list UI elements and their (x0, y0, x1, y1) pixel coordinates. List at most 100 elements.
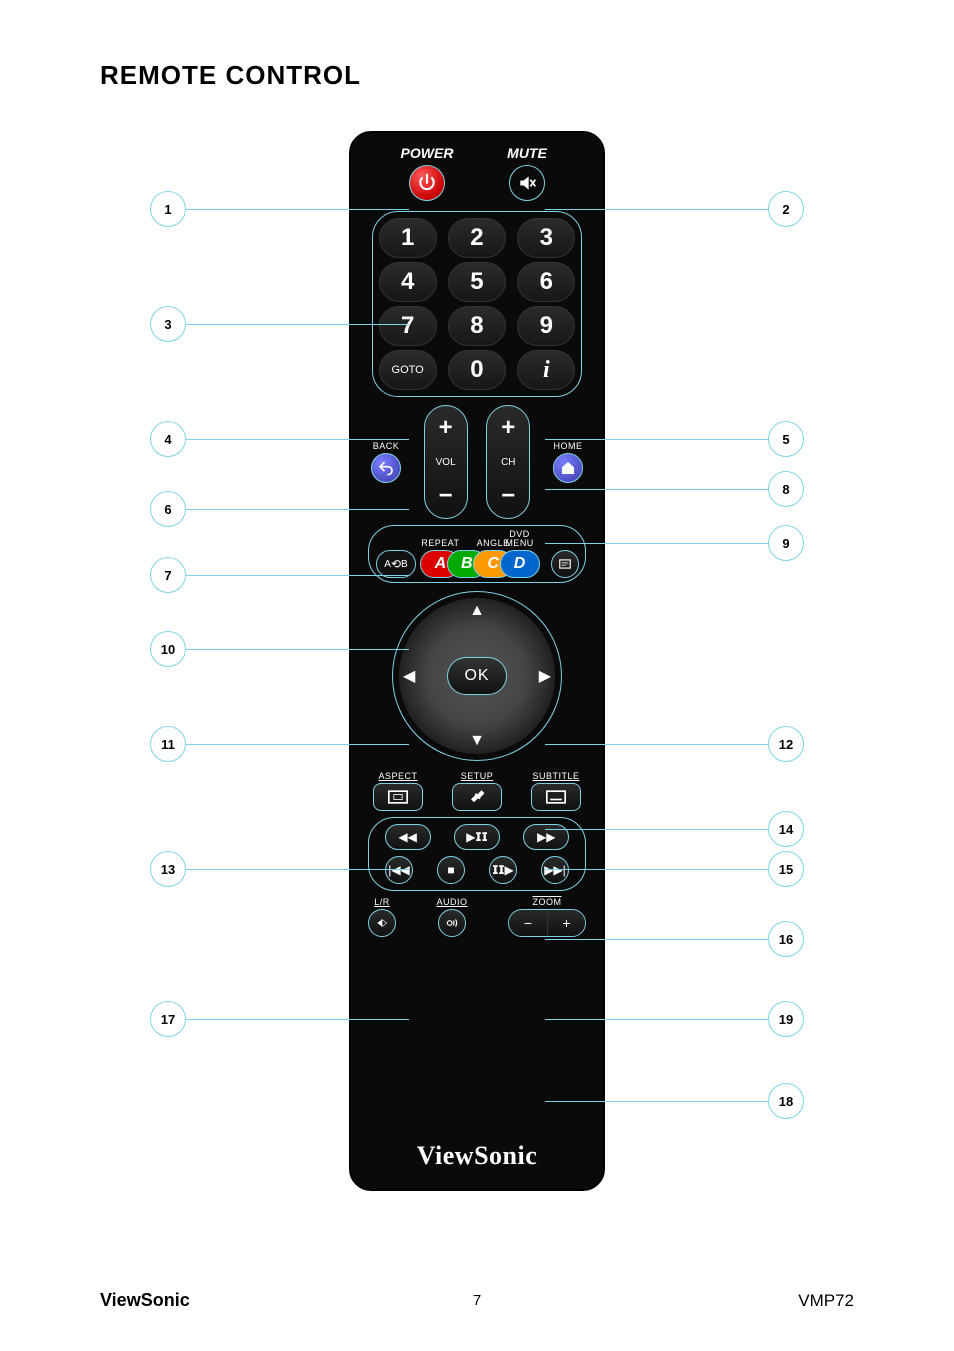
page-footer: ViewSonic 7 VMP72 (100, 1290, 854, 1311)
slow-button[interactable]: 𝗜𝗜▶ (489, 856, 517, 884)
back-label: BACK (373, 441, 400, 451)
dpad-up[interactable]: ▲ (469, 602, 485, 620)
leader-14 (545, 829, 768, 830)
zoom-in-button[interactable]: + (547, 910, 585, 936)
ch-up-icon: + (501, 414, 515, 442)
ch-label: CH (501, 457, 515, 468)
audio-label: AUDIO (436, 897, 467, 907)
callout-13: 13 (150, 851, 186, 887)
info-button[interactable]: i (517, 350, 575, 390)
num-4[interactable]: 4 (379, 262, 437, 302)
forward-button[interactable]: ▶▶ (523, 824, 569, 850)
leader-19 (545, 1019, 768, 1020)
mute-label: MUTE (477, 145, 577, 161)
leader-3 (186, 324, 409, 325)
callout-2: 2 (768, 191, 804, 227)
callout-14: 14 (768, 811, 804, 847)
channel-rocker[interactable]: + CH − (486, 405, 530, 519)
num-0[interactable]: 0 (448, 350, 506, 390)
rewind-button[interactable]: ◀◀ (385, 824, 431, 850)
leader-2 (545, 209, 768, 210)
callout-3: 3 (150, 306, 186, 342)
number-pad: 1 2 3 4 5 6 7 8 9 GOTO 0 i (372, 211, 582, 397)
next-button[interactable]: ▶▶| (541, 856, 569, 884)
ok-button[interactable]: OK (447, 657, 507, 695)
num-6[interactable]: 6 (517, 262, 575, 302)
dpad-down[interactable]: ▼ (469, 732, 485, 750)
num-3[interactable]: 3 (517, 218, 575, 258)
stop-button[interactable]: ■ (437, 856, 465, 884)
leader-10 (186, 649, 409, 650)
power-button[interactable] (409, 165, 445, 201)
leader-16 (545, 939, 768, 940)
volume-rocker[interactable]: + VOL − (424, 405, 468, 519)
callout-17: 17 (150, 1001, 186, 1037)
ab-repeat-button[interactable]: A⟲B (376, 550, 416, 578)
footer-brand: ViewSonic (100, 1290, 190, 1311)
dpad-left[interactable]: ◀ (403, 666, 415, 686)
leader-1 (186, 209, 409, 210)
leader-11 (186, 744, 409, 745)
leader-12 (545, 744, 768, 745)
power-label: POWER (377, 145, 477, 161)
play-pause-button[interactable]: ▶𝗜𝗜 (454, 824, 500, 850)
callout-15: 15 (768, 851, 804, 887)
num-8[interactable]: 8 (448, 306, 506, 346)
num-2[interactable]: 2 (448, 218, 506, 258)
leader-5 (545, 439, 768, 440)
leader-7 (186, 575, 409, 576)
leader-17 (186, 1019, 409, 1020)
page-title: REMOTE CONTROL (100, 60, 854, 91)
dvd-menu-button[interactable] (551, 550, 579, 578)
aspect-button[interactable] (373, 783, 423, 811)
manual-page: REMOTE CONTROL POWER MUTE (0, 0, 954, 1351)
settings-trio: ASPECT SETUP SUBTITLE (368, 771, 586, 811)
footer-page: 7 (473, 1292, 481, 1309)
vol-up-icon: + (439, 414, 453, 442)
remote-brand: ViewSonic (351, 1141, 603, 1171)
leader-15 (545, 869, 768, 870)
home-label: HOME (553, 441, 582, 451)
num-9[interactable]: 9 (517, 306, 575, 346)
callout-7: 7 (150, 557, 186, 593)
prev-button[interactable]: |◀◀ (385, 856, 413, 884)
subtitle-label: SUBTITLE (532, 771, 579, 781)
home-button[interactable] (553, 453, 583, 483)
zoom-out-button[interactable]: − (509, 910, 547, 936)
subtitle-button[interactable] (531, 783, 581, 811)
remote-body: POWER MUTE 1 2 3 (349, 131, 605, 1191)
callout-8: 8 (768, 471, 804, 507)
callout-18: 18 (768, 1083, 804, 1119)
dpad: ▲ ▼ ◀ ▶ OK (392, 591, 562, 761)
leader-13 (186, 869, 409, 870)
setup-label: SETUP (461, 771, 494, 781)
num-5[interactable]: 5 (448, 262, 506, 302)
color-d-button[interactable]: D (500, 550, 540, 578)
setup-button[interactable] (452, 783, 502, 811)
callout-19: 19 (768, 1001, 804, 1037)
vol-down-icon: − (439, 482, 453, 510)
lr-button[interactable] (368, 909, 396, 937)
leader-4 (186, 439, 409, 440)
leader-8 (545, 489, 768, 490)
ch-down-icon: − (501, 482, 515, 510)
callout-1: 1 (150, 191, 186, 227)
callout-9: 9 (768, 525, 804, 561)
back-button[interactable] (371, 453, 401, 483)
footer-model: VMP72 (798, 1291, 854, 1311)
goto-button[interactable]: GOTO (379, 350, 437, 390)
callout-6: 6 (150, 491, 186, 527)
dvdmenu-label: DVD MENU (505, 530, 534, 548)
callout-12: 12 (768, 726, 804, 762)
dpad-right[interactable]: ▶ (539, 666, 551, 686)
leader-6 (186, 509, 409, 510)
navigation-block: BACK + VOL − + CH − HOME (367, 405, 587, 519)
num-7[interactable]: 7 (379, 306, 437, 346)
audio-button[interactable] (438, 909, 466, 937)
vol-label: VOL (436, 457, 456, 468)
zoom-label: ZOOM (532, 897, 561, 907)
num-1[interactable]: 1 (379, 218, 437, 258)
callout-16: 16 (768, 921, 804, 957)
mute-button[interactable] (509, 165, 545, 201)
leader-9 (545, 543, 768, 544)
